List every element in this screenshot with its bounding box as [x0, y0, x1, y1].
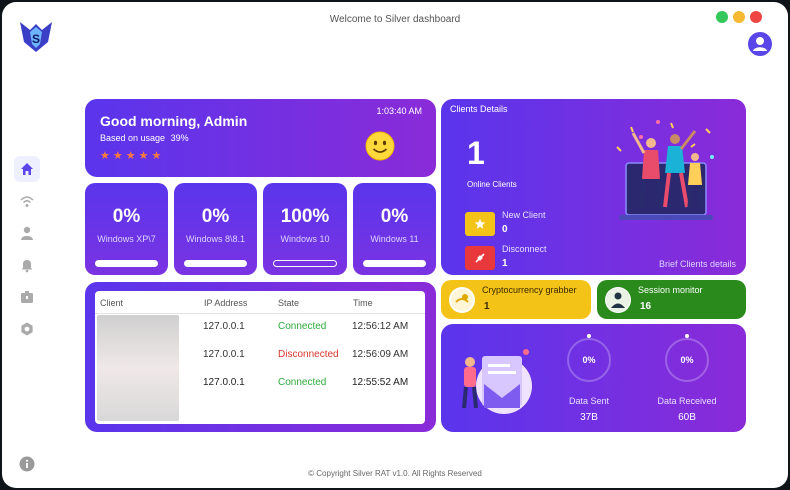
data-sent-value: 37B: [580, 412, 598, 423]
bell-icon: [21, 260, 33, 273]
session-monitor-card[interactable]: Session monitor 16: [597, 280, 746, 319]
new-client-value: 0: [502, 224, 508, 235]
cell-state: Disconnected: [278, 349, 339, 360]
client-name-redacted: [97, 315, 179, 421]
os-progress: [363, 260, 426, 267]
greeting-card: Good morning, Admin Based on usage 39% ★…: [85, 99, 436, 177]
data-received-label: Data Received: [657, 396, 717, 406]
crypto-grabber-card[interactable]: Cryptocurrency grabber 1: [441, 280, 591, 319]
os-percent: 100%: [280, 206, 330, 227]
disconnect-label: Disconnect: [502, 244, 547, 254]
disconnect-badge: [465, 246, 495, 270]
os-progress: [95, 260, 158, 267]
online-clients-count: 1: [467, 135, 485, 171]
user-icon: [21, 226, 33, 240]
new-client-badge: [465, 212, 495, 236]
wifi-icon: [20, 196, 34, 207]
os-card-xp7: 0% Windows XP\7: [85, 183, 168, 275]
cell-ip: 127.0.0.1: [203, 377, 245, 388]
rating-stars: ★★★★★: [100, 150, 165, 162]
footer-copyright: © Copyright Silver RAT v1.0. All Rights …: [308, 469, 482, 478]
cell-state: Connected: [278, 321, 327, 332]
os-progress: [184, 260, 247, 267]
os-name: Windows 8\8.1: [185, 234, 246, 244]
clock: 1:03:40 AM: [376, 106, 422, 116]
usage-text: Based on usage 39%: [100, 133, 189, 143]
data-sent-ring-indicator: [587, 334, 591, 338]
clients-details-title: Clients Details: [450, 104, 508, 114]
data-transfer-card: 0% Data Sent 37B 0% Data Received 60B: [441, 324, 746, 432]
package-icon: [21, 291, 33, 303]
disconnect-value: 1: [502, 258, 508, 269]
client-table-card: Client IP Address State Time 127.0.0.1 C…: [85, 282, 436, 432]
party-illustration: [616, 120, 714, 220]
window-title: Welcome to Silver dashboard: [329, 14, 461, 25]
cell-ip: 127.0.0.1: [203, 321, 245, 332]
smiley-icon: [365, 131, 395, 161]
column-header-client[interactable]: Client: [100, 298, 123, 308]
os-name: Windows 11: [370, 234, 419, 244]
unplug-icon: [475, 253, 485, 263]
greeting-title: Good morning, Admin: [100, 113, 248, 129]
crypto-icon: [449, 287, 475, 313]
star-icon: [474, 218, 486, 229]
data-sent-ring: 0%: [567, 338, 611, 382]
data-received-ring-indicator: [685, 334, 689, 338]
data-received-value: 60B: [678, 412, 696, 423]
sidebar-item-notifications[interactable]: [14, 252, 40, 278]
online-clients-label: Online Clients: [467, 180, 517, 189]
email-illustration: [462, 349, 532, 414]
clients-details-card: Clients Details 1 Online Clients New Cli…: [441, 99, 746, 275]
sidebar-item-builder[interactable]: [14, 284, 40, 310]
column-header-ip[interactable]: IP Address: [204, 298, 247, 308]
home-icon: [21, 163, 33, 175]
client-table: Client IP Address State Time 127.0.0.1 C…: [95, 291, 425, 424]
sidebar-item-settings[interactable]: [14, 316, 40, 342]
monitor-person-icon: [605, 287, 631, 313]
os-progress: [273, 260, 337, 267]
svg-text:S: S: [32, 32, 40, 46]
os-percent: 0%: [380, 206, 409, 227]
sidebar-item-users[interactable]: [14, 220, 40, 246]
usage-value: 39%: [170, 133, 189, 143]
new-client-label: New Client: [502, 210, 546, 220]
app-window: Welcome to Silver dashboard S Good morni…: [2, 2, 788, 488]
settings-icon: [21, 322, 33, 336]
cell-time: 12:55:52 AM: [352, 377, 409, 388]
session-value: 16: [640, 301, 652, 312]
session-title: Session monitor: [638, 285, 703, 295]
maximize-button[interactable]: [716, 11, 728, 23]
sidebar: [14, 156, 40, 348]
window-controls: [716, 11, 762, 23]
os-name: Windows XP\7: [97, 234, 156, 244]
header-divider: [95, 313, 425, 314]
brief-clients-link[interactable]: Brief Clients details: [659, 259, 736, 269]
cell-ip: 127.0.0.1: [203, 349, 245, 360]
crypto-value: 1: [484, 301, 490, 312]
minimize-button[interactable]: [733, 11, 745, 23]
os-percent: 0%: [112, 206, 141, 227]
data-received-ring: 0%: [665, 338, 709, 382]
sidebar-item-home[interactable]: [14, 156, 40, 182]
os-name: Windows 10: [280, 234, 330, 244]
os-card-win11: 0% Windows 11: [353, 183, 436, 275]
usage-label: Based on usage: [100, 133, 166, 143]
sidebar-item-network[interactable]: [14, 188, 40, 214]
close-button[interactable]: [750, 11, 762, 23]
app-logo: S: [20, 22, 52, 52]
os-percent: 0%: [201, 206, 230, 227]
os-card-win8: 0% Windows 8\8.1: [174, 183, 257, 275]
crypto-title: Cryptocurrency grabber: [482, 285, 577, 295]
cell-time: 12:56:09 AM: [352, 349, 409, 360]
user-avatar[interactable]: [748, 32, 772, 56]
data-sent-label: Data Sent: [568, 396, 610, 406]
cell-time: 12:56:12 AM: [352, 321, 409, 332]
column-header-state[interactable]: State: [278, 298, 299, 308]
os-card-win10: 100% Windows 10: [263, 183, 347, 275]
cell-state: Connected: [278, 377, 327, 388]
column-header-time[interactable]: Time: [353, 298, 373, 308]
